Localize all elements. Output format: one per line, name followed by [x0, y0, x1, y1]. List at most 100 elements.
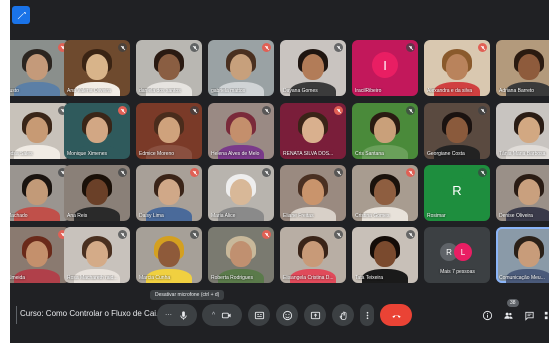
participant-tile[interactable]: R Rosimar [424, 165, 490, 221]
more-participants-tile[interactable]: R L Mais 7 pessoas [424, 227, 490, 283]
hand-icon [339, 311, 346, 320]
video-face [26, 241, 48, 267]
video-face [446, 54, 468, 80]
participant-tile[interactable]: Almeida [10, 227, 70, 283]
participant-name: Machado [10, 213, 28, 219]
participant-name: Georgiane Costa [427, 151, 465, 157]
video-face [518, 117, 540, 143]
participant-tile[interactable]: Tânia Maria Barbosa [496, 103, 549, 159]
mic-off-icon [262, 106, 271, 115]
participant-tile[interactable]: Ana Reis [64, 165, 130, 221]
participant-tile[interactable]: Ana Valeria Oliveira [64, 40, 130, 96]
info-button[interactable] [478, 306, 496, 324]
camera-button[interactable]: ^ [202, 304, 242, 326]
participant-tile[interactable]: Monique Ximenes [64, 103, 130, 159]
participant-tile[interactable]: Adriana Barreto [496, 40, 549, 96]
participant-tile[interactable]: Eliane Freitas [280, 165, 346, 221]
participant-name: Alexandra e da silva [427, 88, 473, 94]
video-face [158, 117, 180, 143]
participant-tile[interactable]: daniela dos santos [136, 40, 202, 96]
chat-button[interactable] [520, 306, 538, 324]
participant-tile[interactable]: Rosa Machareth raid... [64, 227, 130, 283]
participant-name: RENATA SILVA DOS... [283, 151, 334, 157]
mic-off-icon [406, 168, 415, 177]
participant-tile[interactable]: Dayana Gomes [280, 40, 346, 96]
people-button[interactable] [499, 306, 517, 324]
mic-off-icon [478, 106, 487, 115]
mic-off-icon [406, 43, 415, 52]
participant-tile[interactable]: Comunicação Meu... [496, 227, 549, 283]
participant-tile[interactable]: Alexandra e da silva [424, 40, 490, 96]
participant-tile[interactable]: Cristina Gomes [352, 165, 418, 221]
chevron-up-icon[interactable]: ^ [212, 312, 215, 319]
participant-name: Cris Santana [355, 151, 384, 157]
participant-tile[interactable]: Daisy Lima [136, 165, 202, 221]
video-face [86, 241, 108, 267]
participant-tile[interactable]: Maria Alice [208, 165, 274, 221]
video-face [302, 179, 324, 205]
video-face [302, 241, 324, 267]
participant-tile[interactable]: Justo [10, 40, 70, 96]
emoji-button[interactable] [276, 304, 298, 326]
mic-off-icon [262, 168, 271, 177]
participant-tile[interactable]: gabriela mattos [208, 40, 274, 96]
participant-tile[interactable]: Elisangela Cristina D... [280, 227, 346, 283]
participant-name: Tata Teixeira [355, 275, 383, 281]
participant-tile[interactable]: Tata Teixeira [352, 227, 418, 283]
video-face [374, 117, 396, 143]
people-icon [503, 312, 513, 319]
participant-name: Maria Alice [211, 213, 236, 219]
video-face [302, 54, 324, 80]
mic-off-icon [334, 106, 343, 115]
mic-off-icon [190, 168, 199, 177]
activities-button[interactable] [539, 306, 549, 324]
mic-off-icon [262, 230, 271, 239]
apps-icon [544, 311, 549, 319]
mic-off-icon [334, 168, 343, 177]
video-face [374, 241, 396, 267]
video-face [518, 241, 540, 267]
video-face [26, 117, 48, 143]
mic-button[interactable]: ⋯ [157, 304, 197, 326]
more-options-button[interactable] [360, 304, 374, 326]
captions-button[interactable] [248, 304, 270, 326]
participant-name: Elisangela Cristina D... [283, 275, 334, 281]
participant-tile[interactable]: I IracilRibeiro [352, 40, 418, 96]
participant-tile[interactable]: Edmice Moreno [136, 103, 202, 159]
mic-off-icon [190, 106, 199, 115]
video-face [230, 54, 252, 80]
participant-tile[interactable]: Helena Alves de Melo [208, 103, 274, 159]
mic-off-icon [118, 168, 127, 177]
more-vert-icon [366, 311, 368, 319]
raise-hand-button[interactable] [332, 304, 354, 326]
participant-tile[interactable]: Cris Santana [352, 103, 418, 159]
mic-off-icon [118, 106, 127, 115]
participant-name: Eliane Freitas [283, 213, 314, 219]
video-face [158, 54, 180, 80]
avatar: R [444, 177, 470, 203]
edit-icon[interactable] [12, 6, 30, 24]
participant-tile[interactable]: Denise Oliveira [496, 165, 549, 221]
participant-tile[interactable]: Georgiane Costa [424, 103, 490, 159]
chevron-up-icon[interactable]: ⋯ [165, 311, 172, 319]
participant-tile[interactable]: Marcia Cunha [136, 227, 202, 283]
present-button[interactable] [304, 304, 326, 326]
end-call-button[interactable] [380, 304, 412, 326]
participant-name: Adriana Barreto [499, 88, 535, 94]
video-face [518, 54, 540, 80]
participant-name: Helena Alves de Melo [211, 151, 260, 157]
control-bar: Curso: Como Controlar o Fluxo de Cai... … [10, 299, 549, 330]
mic-icon [180, 310, 187, 320]
mic-off-icon [190, 230, 199, 239]
more-participants-label: Mais 7 pessoas [440, 269, 475, 275]
participant-name: daniela dos santos [139, 88, 181, 94]
video-face [230, 117, 252, 143]
video-face [86, 117, 108, 143]
participant-count-badge: 38 [507, 299, 519, 307]
participant-tile[interactable]: RENATA SILVA DOS... [280, 103, 346, 159]
participant-tile[interactable]: Roberta Rodrigues [208, 227, 274, 283]
participant-name: Roberta Rodrigues [211, 275, 253, 281]
participant-tile[interactable]: Jidsa Sales [10, 103, 70, 159]
participant-tile[interactable]: Machado [10, 165, 70, 221]
divider [16, 306, 17, 324]
